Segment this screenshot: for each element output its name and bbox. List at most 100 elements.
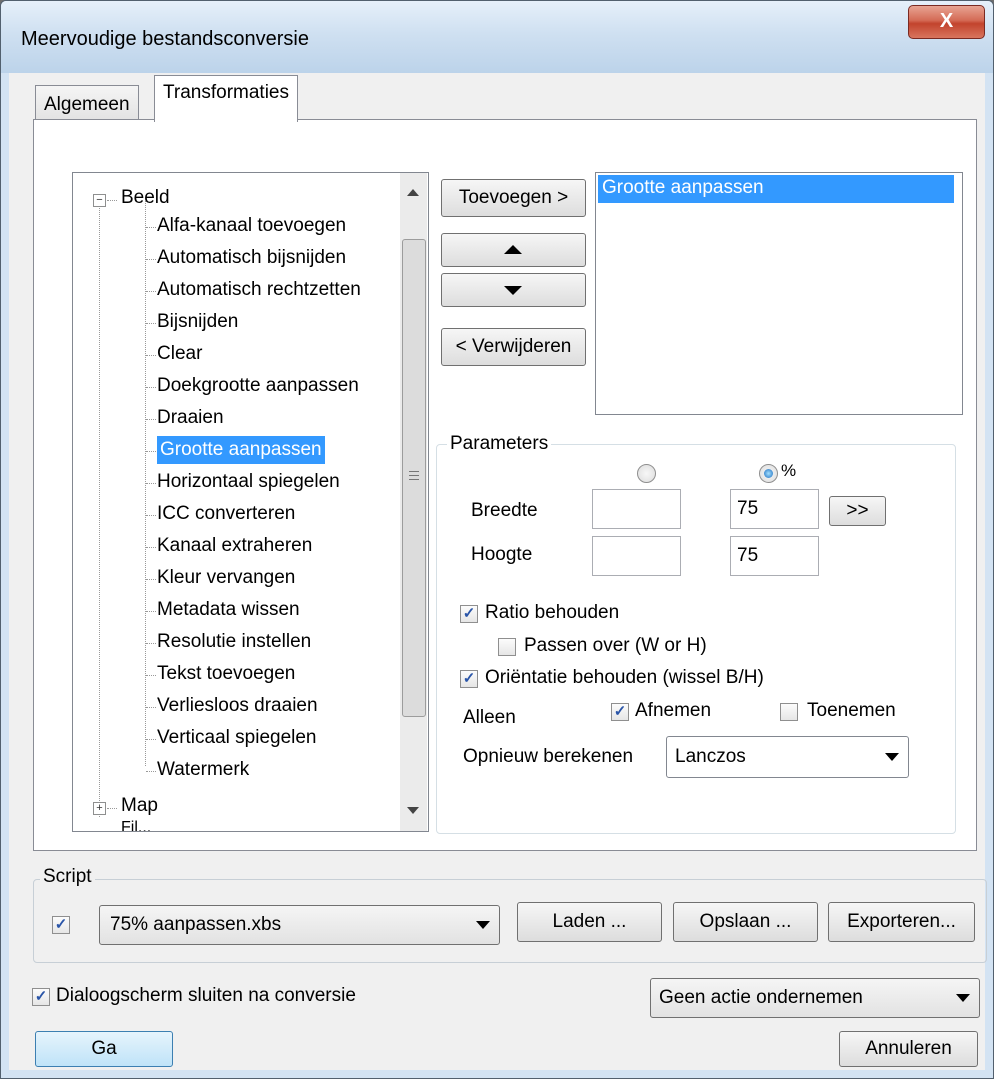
tree-item-label: Bijsnijden bbox=[157, 311, 239, 332]
keep-orientation-label: Oriëntatie behouden (wissel B/H) bbox=[485, 667, 764, 688]
close-after-checkbox[interactable]: ✓ bbox=[32, 988, 50, 1006]
tree-item-map[interactable]: Map bbox=[121, 792, 158, 820]
list-item-selected[interactable]: Grootte aanpassen bbox=[598, 175, 954, 203]
height-percent-input[interactable]: 75 bbox=[730, 536, 819, 576]
tree-connector bbox=[146, 707, 156, 708]
scroll-down-icon[interactable] bbox=[407, 807, 419, 814]
tree-item[interactable]: Horizontaal spiegelen bbox=[157, 468, 340, 496]
tree-item[interactable]: Doekgrootte aanpassen bbox=[157, 372, 359, 400]
after-action-select[interactable]: Geen actie ondernemen bbox=[650, 978, 980, 1018]
tree-connector bbox=[146, 771, 156, 772]
decrease-checkbox[interactable]: ✓ bbox=[611, 703, 629, 721]
tree-item-beeld[interactable]: Beeld bbox=[121, 184, 170, 212]
tree-item-label: Automatisch bijsnijden bbox=[157, 247, 347, 268]
tree-item-label: Verliesloos draaien bbox=[157, 695, 318, 716]
tree-item-label: Automatisch rechtzetten bbox=[157, 279, 361, 300]
only-label: Alleen bbox=[463, 707, 516, 728]
transformation-tree[interactable]: − Beeld Alfa-kanaal toevoegen Automatisch… bbox=[72, 172, 429, 832]
tree-item[interactable]: Draaien bbox=[157, 404, 224, 432]
tree-connector bbox=[146, 483, 156, 484]
height-percent-value: 75 bbox=[737, 545, 759, 566]
pixel-radio[interactable] bbox=[637, 464, 656, 483]
height-pixel-input[interactable] bbox=[592, 536, 681, 576]
load-button[interactable]: Laden ... bbox=[517, 902, 662, 942]
tree-item[interactable]: Alfa-kanaal toevoegen bbox=[157, 212, 346, 240]
tree-item-label: Metadata wissen bbox=[157, 599, 300, 620]
tree-scrollbar[interactable] bbox=[400, 173, 427, 831]
keep-orientation-checkbox[interactable]: ✓ bbox=[460, 670, 478, 688]
keep-ratio-checkbox[interactable]: ✓ bbox=[460, 605, 478, 623]
tree-item-label: Verticaal spiegelen bbox=[157, 727, 317, 748]
dialog-window: Meervoudige bestandsconversie X Algemeen… bbox=[0, 0, 994, 1079]
tree-item[interactable]: Grootte aanpassen bbox=[157, 436, 325, 464]
tree-item[interactable]: Kanaal extraheren bbox=[157, 532, 312, 560]
tree-item-label: Draaien bbox=[157, 407, 224, 428]
script-label: Script bbox=[40, 866, 95, 888]
close-after-label: Dialoogscherm sluiten na conversie bbox=[56, 985, 356, 1006]
applied-transformations-list[interactable]: Grootte aanpassen bbox=[595, 172, 963, 415]
tree-item[interactable]: Automatisch rechtzetten bbox=[157, 276, 361, 304]
tree-item-label: Watermerk bbox=[157, 759, 250, 780]
increase-label: Toenemen bbox=[807, 700, 896, 721]
close-button[interactable]: X bbox=[908, 5, 985, 39]
cancel-button[interactable]: Annuleren bbox=[839, 1031, 978, 1067]
tree-item[interactable]: Tekst toevoegen bbox=[157, 660, 295, 688]
resample-label: Opnieuw berekenen bbox=[463, 746, 634, 767]
tree-item[interactable]: Metadata wissen bbox=[157, 596, 300, 624]
tree-item[interactable]: Verticaal spiegelen bbox=[157, 724, 317, 752]
save-script-button[interactable]: Opslaan ... bbox=[673, 902, 818, 942]
scroll-thumb[interactable] bbox=[402, 239, 426, 717]
go-button[interactable]: Ga bbox=[35, 1031, 173, 1067]
tree-item-partial[interactable]: Fil... bbox=[121, 817, 151, 831]
script-enable-checkbox[interactable]: ✓ bbox=[52, 916, 70, 934]
script-select[interactable]: 75% aanpassen.xbs bbox=[99, 905, 500, 945]
tree-item-label: Grootte aanpassen bbox=[157, 436, 325, 464]
tree-connector bbox=[146, 739, 156, 740]
tree-item-label: Kleur vervangen bbox=[157, 567, 296, 588]
width-percent-input[interactable]: 75 bbox=[730, 489, 819, 529]
tree-item-label: Resolutie instellen bbox=[157, 631, 312, 652]
resample-select[interactable]: Lanczos bbox=[666, 736, 909, 778]
export-button[interactable]: Exporteren... bbox=[828, 902, 975, 942]
tree-item[interactable]: ICC converteren bbox=[157, 500, 295, 528]
decrease-label: Afnemen bbox=[635, 700, 712, 721]
tree-item-label: Map bbox=[121, 795, 158, 816]
tree-connector bbox=[146, 611, 156, 612]
tree-root-line bbox=[99, 201, 100, 817]
tree-item[interactable]: Bijsnijden bbox=[157, 308, 238, 336]
increase-checkbox[interactable] bbox=[780, 703, 798, 721]
tree-item[interactable]: Automatisch bijsnijden bbox=[157, 244, 346, 272]
tree-connector bbox=[146, 323, 156, 324]
tree-connector bbox=[146, 419, 156, 420]
tree-item-label: Beeld bbox=[121, 187, 170, 208]
add-button[interactable]: Toevoegen > bbox=[441, 179, 586, 217]
tree-connector bbox=[107, 200, 117, 201]
scroll-up-icon[interactable] bbox=[407, 189, 419, 196]
fit-over-checkbox[interactable] bbox=[498, 638, 516, 656]
tree-connector bbox=[146, 515, 156, 516]
title-bar: Meervoudige bestandsconversie X bbox=[1, 1, 993, 73]
arrow-down-icon bbox=[504, 286, 522, 295]
expand-button[interactable]: >> bbox=[829, 496, 886, 526]
remove-button[interactable]: < Verwijderen bbox=[441, 328, 586, 366]
tree-item[interactable]: Kleur vervangen bbox=[157, 564, 295, 592]
move-up-button[interactable] bbox=[441, 233, 586, 267]
tree-item[interactable]: Resolutie instellen bbox=[157, 628, 311, 656]
move-down-button[interactable] bbox=[441, 273, 586, 307]
tree-item[interactable]: Verliesloos draaien bbox=[157, 692, 318, 720]
tree-item-label: Alfa-kanaal toevoegen bbox=[157, 215, 347, 236]
tab-transformaties[interactable]: Transformaties bbox=[154, 75, 298, 122]
tree-connector bbox=[146, 547, 156, 548]
tab-algemeen[interactable]: Algemeen bbox=[35, 85, 139, 120]
tree-item-label: Horizontaal spiegelen bbox=[157, 471, 340, 492]
percent-radio[interactable] bbox=[759, 464, 778, 483]
tree-item-label: Clear bbox=[157, 343, 203, 364]
script-file-value: 75% aanpassen.xbs bbox=[110, 914, 282, 935]
width-pixel-input[interactable] bbox=[592, 489, 681, 529]
tree-item[interactable]: Watermerk bbox=[157, 756, 249, 784]
collapse-icon[interactable]: − bbox=[93, 194, 106, 207]
tree-item-label: Tekst toevoegen bbox=[157, 663, 296, 684]
tree-item[interactable]: Clear bbox=[157, 340, 202, 368]
expand-icon[interactable]: + bbox=[93, 802, 106, 815]
grip-icon bbox=[409, 471, 419, 472]
